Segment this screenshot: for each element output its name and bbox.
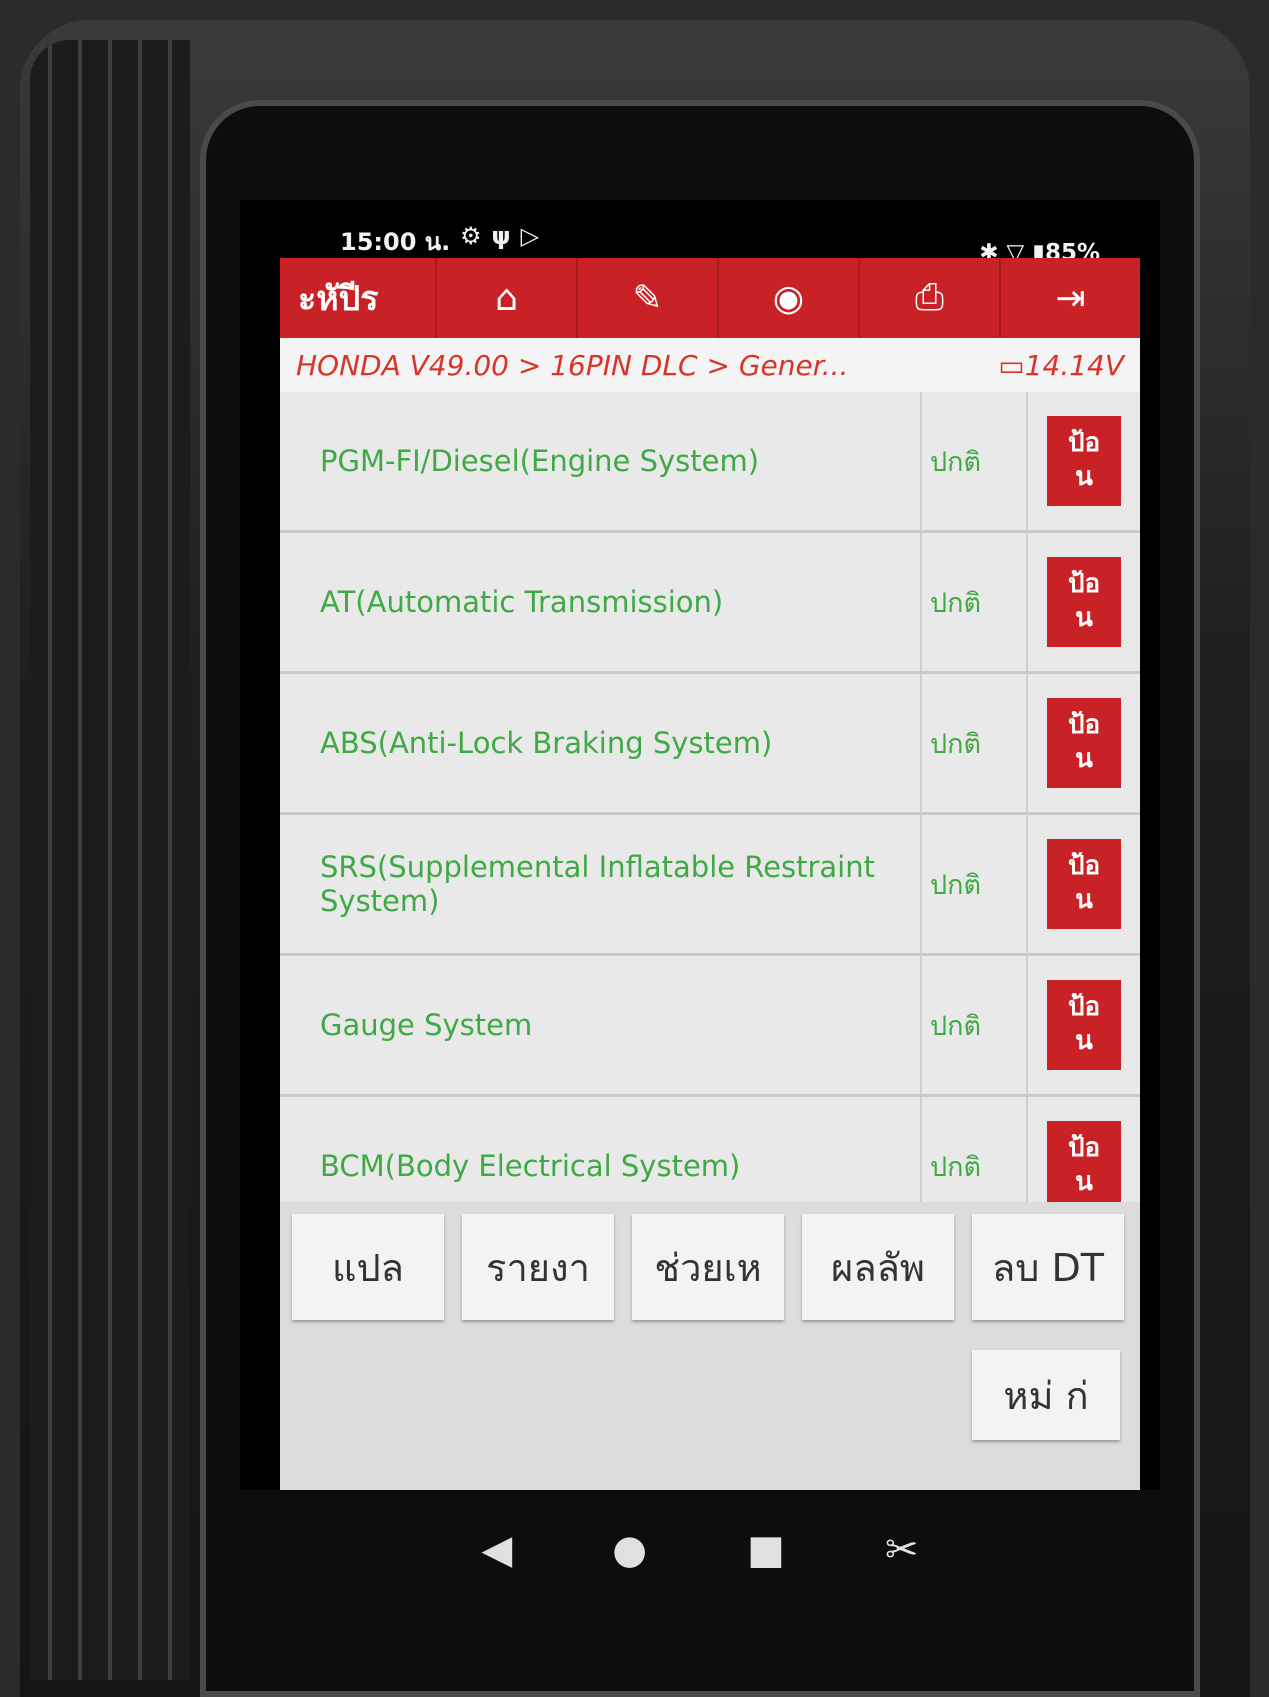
- breadcrumb: HONDA V49.00 > 16PIN DLC > Gener... ▭14.…: [280, 338, 1140, 392]
- system-status: ปกติ: [922, 815, 1028, 953]
- app-toolbar: ะหัปีร ⌂ ✎ ◉ ⎙ ⇥: [280, 258, 1140, 338]
- status-left-icons: ⚙ψ▷: [460, 222, 549, 250]
- report-button[interactable]: รายงา: [462, 1214, 614, 1320]
- exit-button[interactable]: ⇥: [999, 258, 1140, 338]
- translate-button[interactable]: แปล: [292, 1214, 444, 1320]
- system-row[interactable]: BCM(Body Electrical System) ปกติ ป้อ น: [280, 1097, 1140, 1202]
- battery-voltage-icon: ▭: [998, 348, 1025, 382]
- system-row[interactable]: AT(Automatic Transmission) ปกติ ป้อ น: [280, 533, 1140, 674]
- usb-icon: ψ: [491, 222, 521, 250]
- system-name: Gauge System: [280, 956, 922, 1094]
- system-row[interactable]: PGM-FI/Diesel(Engine System) ปกติ ป้อ น: [280, 392, 1140, 533]
- new-button[interactable]: หม่ ก่: [972, 1350, 1120, 1440]
- enter-system-button[interactable]: ป้อ น: [1047, 1121, 1121, 1202]
- enter-system-button[interactable]: ป้อ น: [1047, 698, 1121, 788]
- user-icon: ◉: [772, 277, 805, 319]
- enter-system-button[interactable]: ป้อ น: [1047, 557, 1121, 647]
- play-icon: ▷: [520, 222, 550, 250]
- screenshot-icon[interactable]: ✂: [885, 1527, 919, 1573]
- status-time: 15:00 น.: [340, 228, 451, 256]
- system-status: ปกติ: [922, 1097, 1028, 1202]
- app-title: ะหัปีร: [298, 279, 379, 319]
- device-grip: [30, 40, 190, 1680]
- system-name: BCM(Body Electrical System): [280, 1097, 922, 1202]
- system-name: PGM-FI/Diesel(Engine System): [280, 392, 922, 530]
- settings-icon: ⚙: [460, 222, 492, 250]
- system-name: SRS(Supplemental Inflatable Restraint Sy…: [280, 815, 922, 953]
- function-bar: แปล รายงา ช่วยเห ผลลัพ ลบ DT หม่ ก่: [280, 1202, 1140, 1490]
- back-icon[interactable]: ◀: [482, 1527, 513, 1573]
- system-row[interactable]: SRS(Supplemental Inflatable Restraint Sy…: [280, 815, 1140, 956]
- system-row[interactable]: Gauge System ปกติ ป้อ น: [280, 956, 1140, 1097]
- enter-system-button[interactable]: ป้อ น: [1047, 839, 1121, 929]
- enter-system-button[interactable]: ป้อ น: [1047, 416, 1121, 506]
- recents-icon[interactable]: ■: [747, 1527, 785, 1573]
- system-list[interactable]: PGM-FI/Diesel(Engine System) ปกติ ป้อ น …: [280, 392, 1140, 1202]
- android-nav-bar: ◀ ● ■ ✂: [240, 1490, 1160, 1610]
- edit-report-icon: ✎: [632, 277, 663, 319]
- help-button[interactable]: ช่วยเห: [632, 1214, 784, 1320]
- system-status: ปกติ: [922, 956, 1028, 1094]
- enter-system-button[interactable]: ป้อ น: [1047, 980, 1121, 1070]
- system-name: AT(Automatic Transmission): [280, 533, 922, 671]
- clear-dtc-button[interactable]: ลบ DT: [972, 1214, 1124, 1320]
- system-status: ปกติ: [922, 533, 1028, 671]
- voltage-readout: ▭14.14V: [998, 348, 1124, 382]
- print-button[interactable]: ⎙: [858, 258, 999, 338]
- tablet-screen: 15:00 น. ⚙ψ▷ ✱ ▽ ▮85% ะหัปีร ⌂ ✎ ◉ ⎙ ⇥ H…: [240, 200, 1160, 1490]
- status-bar: 15:00 น. ⚙ψ▷ ✱ ▽ ▮85%: [240, 200, 1160, 266]
- exit-icon: ⇥: [1055, 277, 1086, 319]
- print-icon: ⎙: [915, 277, 944, 318]
- system-status: ปกติ: [922, 674, 1028, 812]
- home-icon: ⌂: [495, 277, 518, 319]
- user-button[interactable]: ◉: [717, 258, 858, 338]
- result-button[interactable]: ผลลัพ: [802, 1214, 954, 1320]
- system-row[interactable]: ABS(Anti-Lock Braking System) ปกติ ป้อ น: [280, 674, 1140, 815]
- breadcrumb-path: HONDA V49.00 > 16PIN DLC > Gener...: [296, 348, 849, 382]
- home-nav-icon[interactable]: ●: [612, 1527, 647, 1573]
- system-name: ABS(Anti-Lock Braking System): [280, 674, 922, 812]
- home-button[interactable]: ⌂: [435, 258, 576, 338]
- system-status: ปกติ: [922, 392, 1028, 530]
- edit-report-button[interactable]: ✎: [576, 258, 717, 338]
